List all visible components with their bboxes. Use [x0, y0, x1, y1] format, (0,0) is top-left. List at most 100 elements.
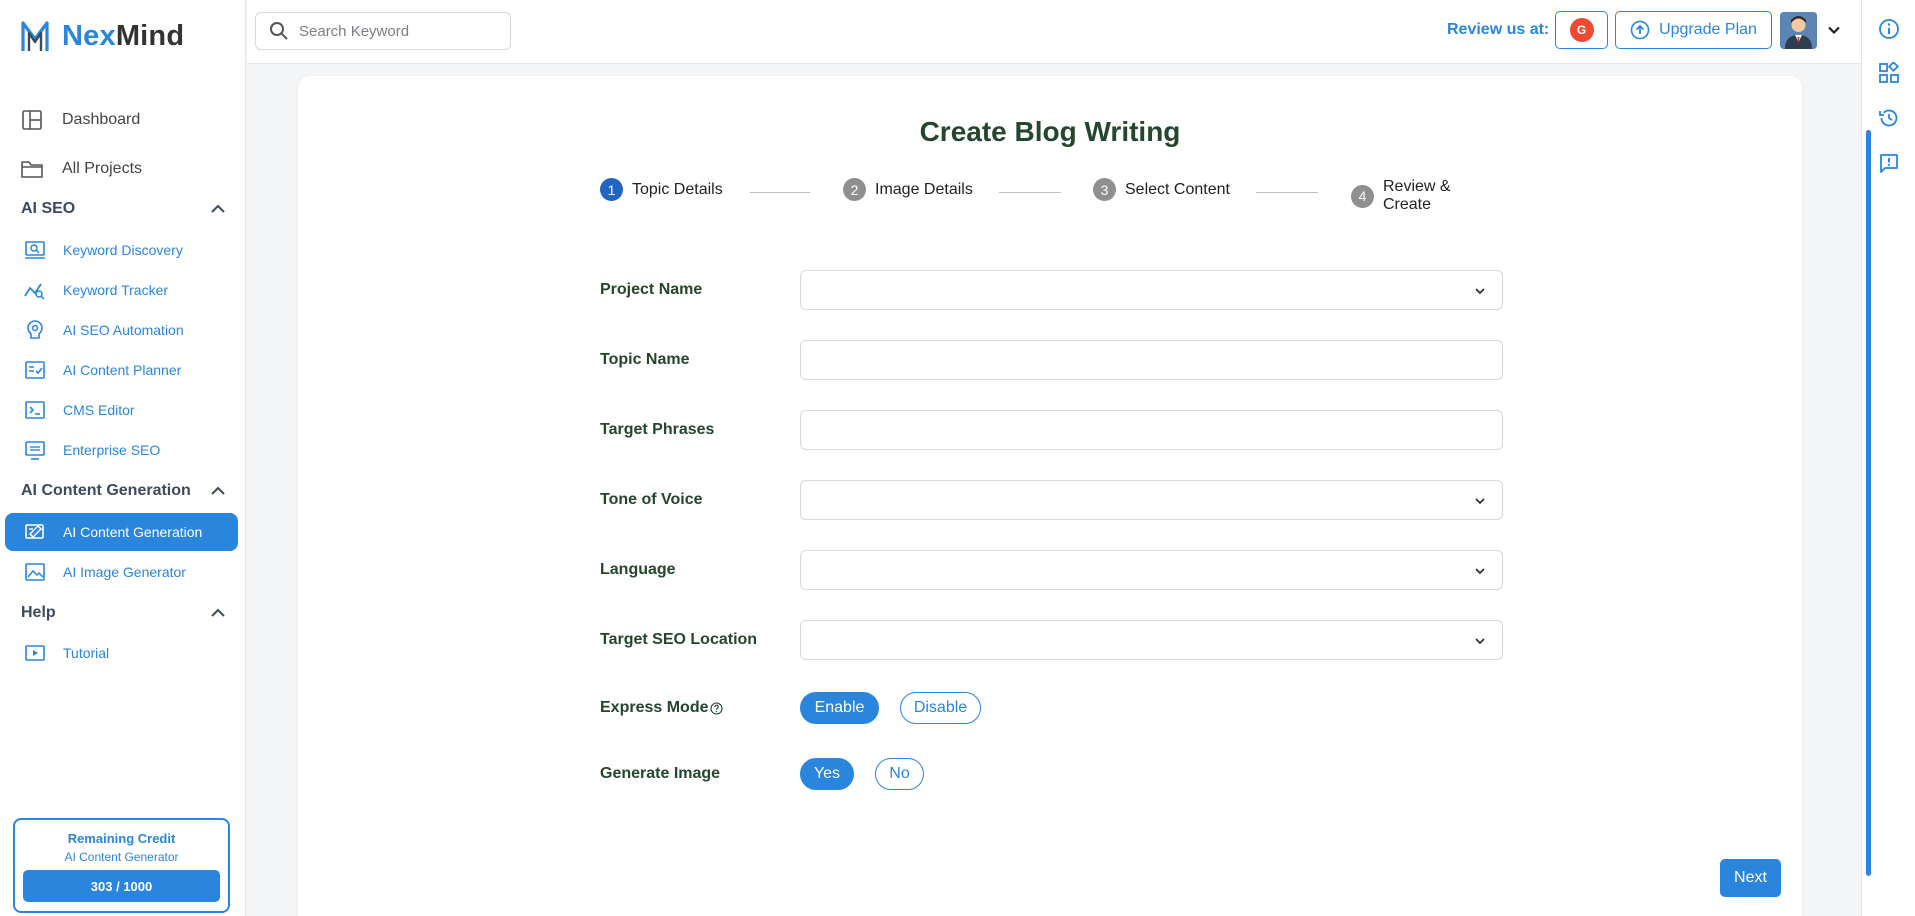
sidebar: NexMind Dashboard All Projects AI SEO Ke… — [0, 0, 246, 916]
g2-logo-icon: G — [1569, 18, 1594, 42]
language-label: Language — [600, 561, 676, 578]
step-connector — [750, 192, 810, 193]
step-label: Topic Details — [632, 180, 723, 198]
tutorial-icon — [25, 645, 45, 661]
step-review-create[interactable]: 4 Review & Create — [1351, 178, 1503, 214]
sidebar-item-all-projects[interactable]: All Projects — [20, 144, 240, 193]
search-box[interactable] — [255, 12, 511, 50]
express-mode-enable-button[interactable]: Enable — [800, 692, 879, 724]
topic-name-label: Topic Name — [600, 351, 690, 368]
step-topic-details[interactable]: 1 Topic Details — [600, 178, 723, 201]
section-ai-content-generation[interactable]: AI Content Generation — [21, 482, 227, 500]
sidebar-item-label: AI Content Generation — [63, 524, 203, 540]
row-tone-of-voice: Tone of Voice — [600, 480, 1503, 520]
target-phrases-label: Target Phrases — [600, 421, 715, 438]
search-icon — [270, 22, 288, 40]
sidebar-item-tutorial[interactable]: Tutorial — [5, 634, 238, 672]
row-target-seo-location: Target SEO Location — [600, 620, 1503, 660]
user-avatar-icon — [1780, 12, 1817, 49]
credit-value-button[interactable]: 303 / 1000 — [23, 870, 220, 902]
sidebar-item-ai-content-planner[interactable]: AI Content Planner — [5, 351, 238, 389]
generate-image-no-button[interactable]: No — [875, 758, 924, 790]
widgets-icon[interactable] — [1878, 62, 1900, 84]
sidebar-item-ai-seo-automation[interactable]: AI SEO Automation — [5, 311, 238, 349]
stepper: 1 Topic Details 2 Image Details 3 Select… — [600, 178, 1503, 213]
sidebar-item-label: Keyword Discovery — [63, 242, 183, 258]
remaining-credit-panel: Remaining Credit AI Content Generator 30… — [13, 818, 230, 913]
generate-image-yes-button[interactable]: Yes — [800, 758, 854, 790]
topic-name-field[interactable] — [800, 340, 1503, 380]
step-number: 3 — [1093, 178, 1116, 201]
sidebar-item-ai-content-generation[interactable]: AI Content Generation — [5, 513, 238, 551]
target-phrases-field[interactable] — [800, 410, 1503, 450]
image-generator-icon — [25, 563, 45, 581]
sidebar-top-nav: Dashboard All Projects — [20, 95, 240, 193]
step-image-details[interactable]: 2 Image Details — [843, 178, 973, 201]
review-us-label: Review us at: — [1447, 21, 1550, 38]
express-mode-label: Express Mode — [600, 699, 709, 716]
express-mode-disable-button[interactable]: Disable — [900, 692, 981, 724]
sidebar-item-label: Enterprise SEO — [63, 442, 161, 458]
upload-arrow-circle-icon — [1630, 20, 1650, 40]
step-label: Image Details — [875, 180, 973, 198]
generate-image-label: Generate Image — [600, 765, 721, 782]
sidebar-item-label: CMS Editor — [63, 402, 135, 418]
credit-subtitle: AI Content Generator — [64, 850, 179, 864]
sidebar-item-dashboard[interactable]: Dashboard — [20, 95, 240, 144]
chevron-down-icon[interactable] — [1826, 22, 1842, 38]
content-planner-icon — [25, 361, 45, 379]
keyword-discovery-icon — [25, 241, 45, 259]
step-select-content[interactable]: 3 Select Content — [1093, 178, 1230, 201]
cms-editor-icon — [25, 401, 45, 419]
brand-logo[interactable]: NexMind — [20, 16, 184, 56]
right-rail — [1861, 0, 1915, 916]
step-number: 4 — [1351, 184, 1374, 208]
section-title: AI Content Generation — [21, 482, 191, 499]
chevron-up-icon[interactable] — [209, 604, 227, 622]
sidebar-item-label: All Projects — [62, 159, 143, 177]
tone-of-voice-select[interactable] — [800, 480, 1503, 520]
next-button[interactable]: Next — [1720, 859, 1781, 897]
section-title: Help — [21, 604, 56, 621]
page-title: Create Blog Writing — [919, 116, 1181, 147]
tone-of-voice-label: Tone of Voice — [600, 491, 703, 508]
chevron-up-icon[interactable] — [209, 482, 227, 500]
enterprise-seo-icon — [25, 441, 45, 460]
seo-automation-icon — [27, 320, 43, 339]
g2-review-button[interactable]: G — [1555, 11, 1608, 49]
nexmind-logo-icon — [21, 21, 49, 51]
target-seo-location-label: Target SEO Location — [600, 631, 758, 648]
target-seo-location-select[interactable] — [800, 620, 1503, 660]
step-connector — [1256, 192, 1318, 193]
sidebar-item-keyword-tracker[interactable]: Keyword Tracker — [5, 271, 238, 309]
sidebar-item-enterprise-seo[interactable]: Enterprise SEO — [5, 431, 238, 469]
topic-name-input[interactable] — [801, 341, 1502, 379]
user-avatar[interactable] — [1780, 12, 1817, 49]
chevron-up-icon[interactable] — [209, 200, 227, 218]
section-help[interactable]: Help — [21, 604, 227, 622]
row-generate-image: Generate Image Yes No — [600, 754, 1503, 794]
create-blog-card: Create Blog Writing 1 Topic Details 2 Im… — [298, 76, 1802, 916]
sidebar-item-cms-editor[interactable]: CMS Editor — [5, 391, 238, 429]
chevron-down-icon — [1475, 288, 1485, 295]
upgrade-plan-label: Upgrade Plan — [1659, 21, 1757, 38]
language-select[interactable] — [800, 550, 1503, 590]
project-name-select[interactable] — [800, 270, 1503, 310]
help-circle-icon[interactable] — [710, 701, 724, 715]
scrollbar[interactable] — [1866, 130, 1871, 876]
search-input[interactable] — [299, 22, 499, 40]
sidebar-item-keyword-discovery[interactable]: Keyword Discovery — [5, 231, 238, 269]
info-icon[interactable] — [1878, 18, 1900, 40]
target-phrases-input[interactable] — [801, 411, 1502, 449]
step-label: Select Content — [1125, 180, 1230, 198]
history-icon[interactable] — [1878, 107, 1900, 129]
sidebar-item-ai-image-generator[interactable]: AI Image Generator — [5, 553, 238, 591]
section-ai-seo[interactable]: AI SEO — [21, 200, 227, 218]
upgrade-plan-button[interactable]: Upgrade Plan — [1615, 11, 1772, 49]
credit-title: Remaining Credit — [67, 831, 176, 846]
feedback-icon[interactable] — [1878, 152, 1900, 174]
chevron-down-icon — [1475, 638, 1485, 645]
project-name-label: Project Name — [600, 281, 703, 298]
row-language: Language — [600, 550, 1503, 590]
express-mode-label-wrap: Express Mode — [600, 688, 724, 728]
